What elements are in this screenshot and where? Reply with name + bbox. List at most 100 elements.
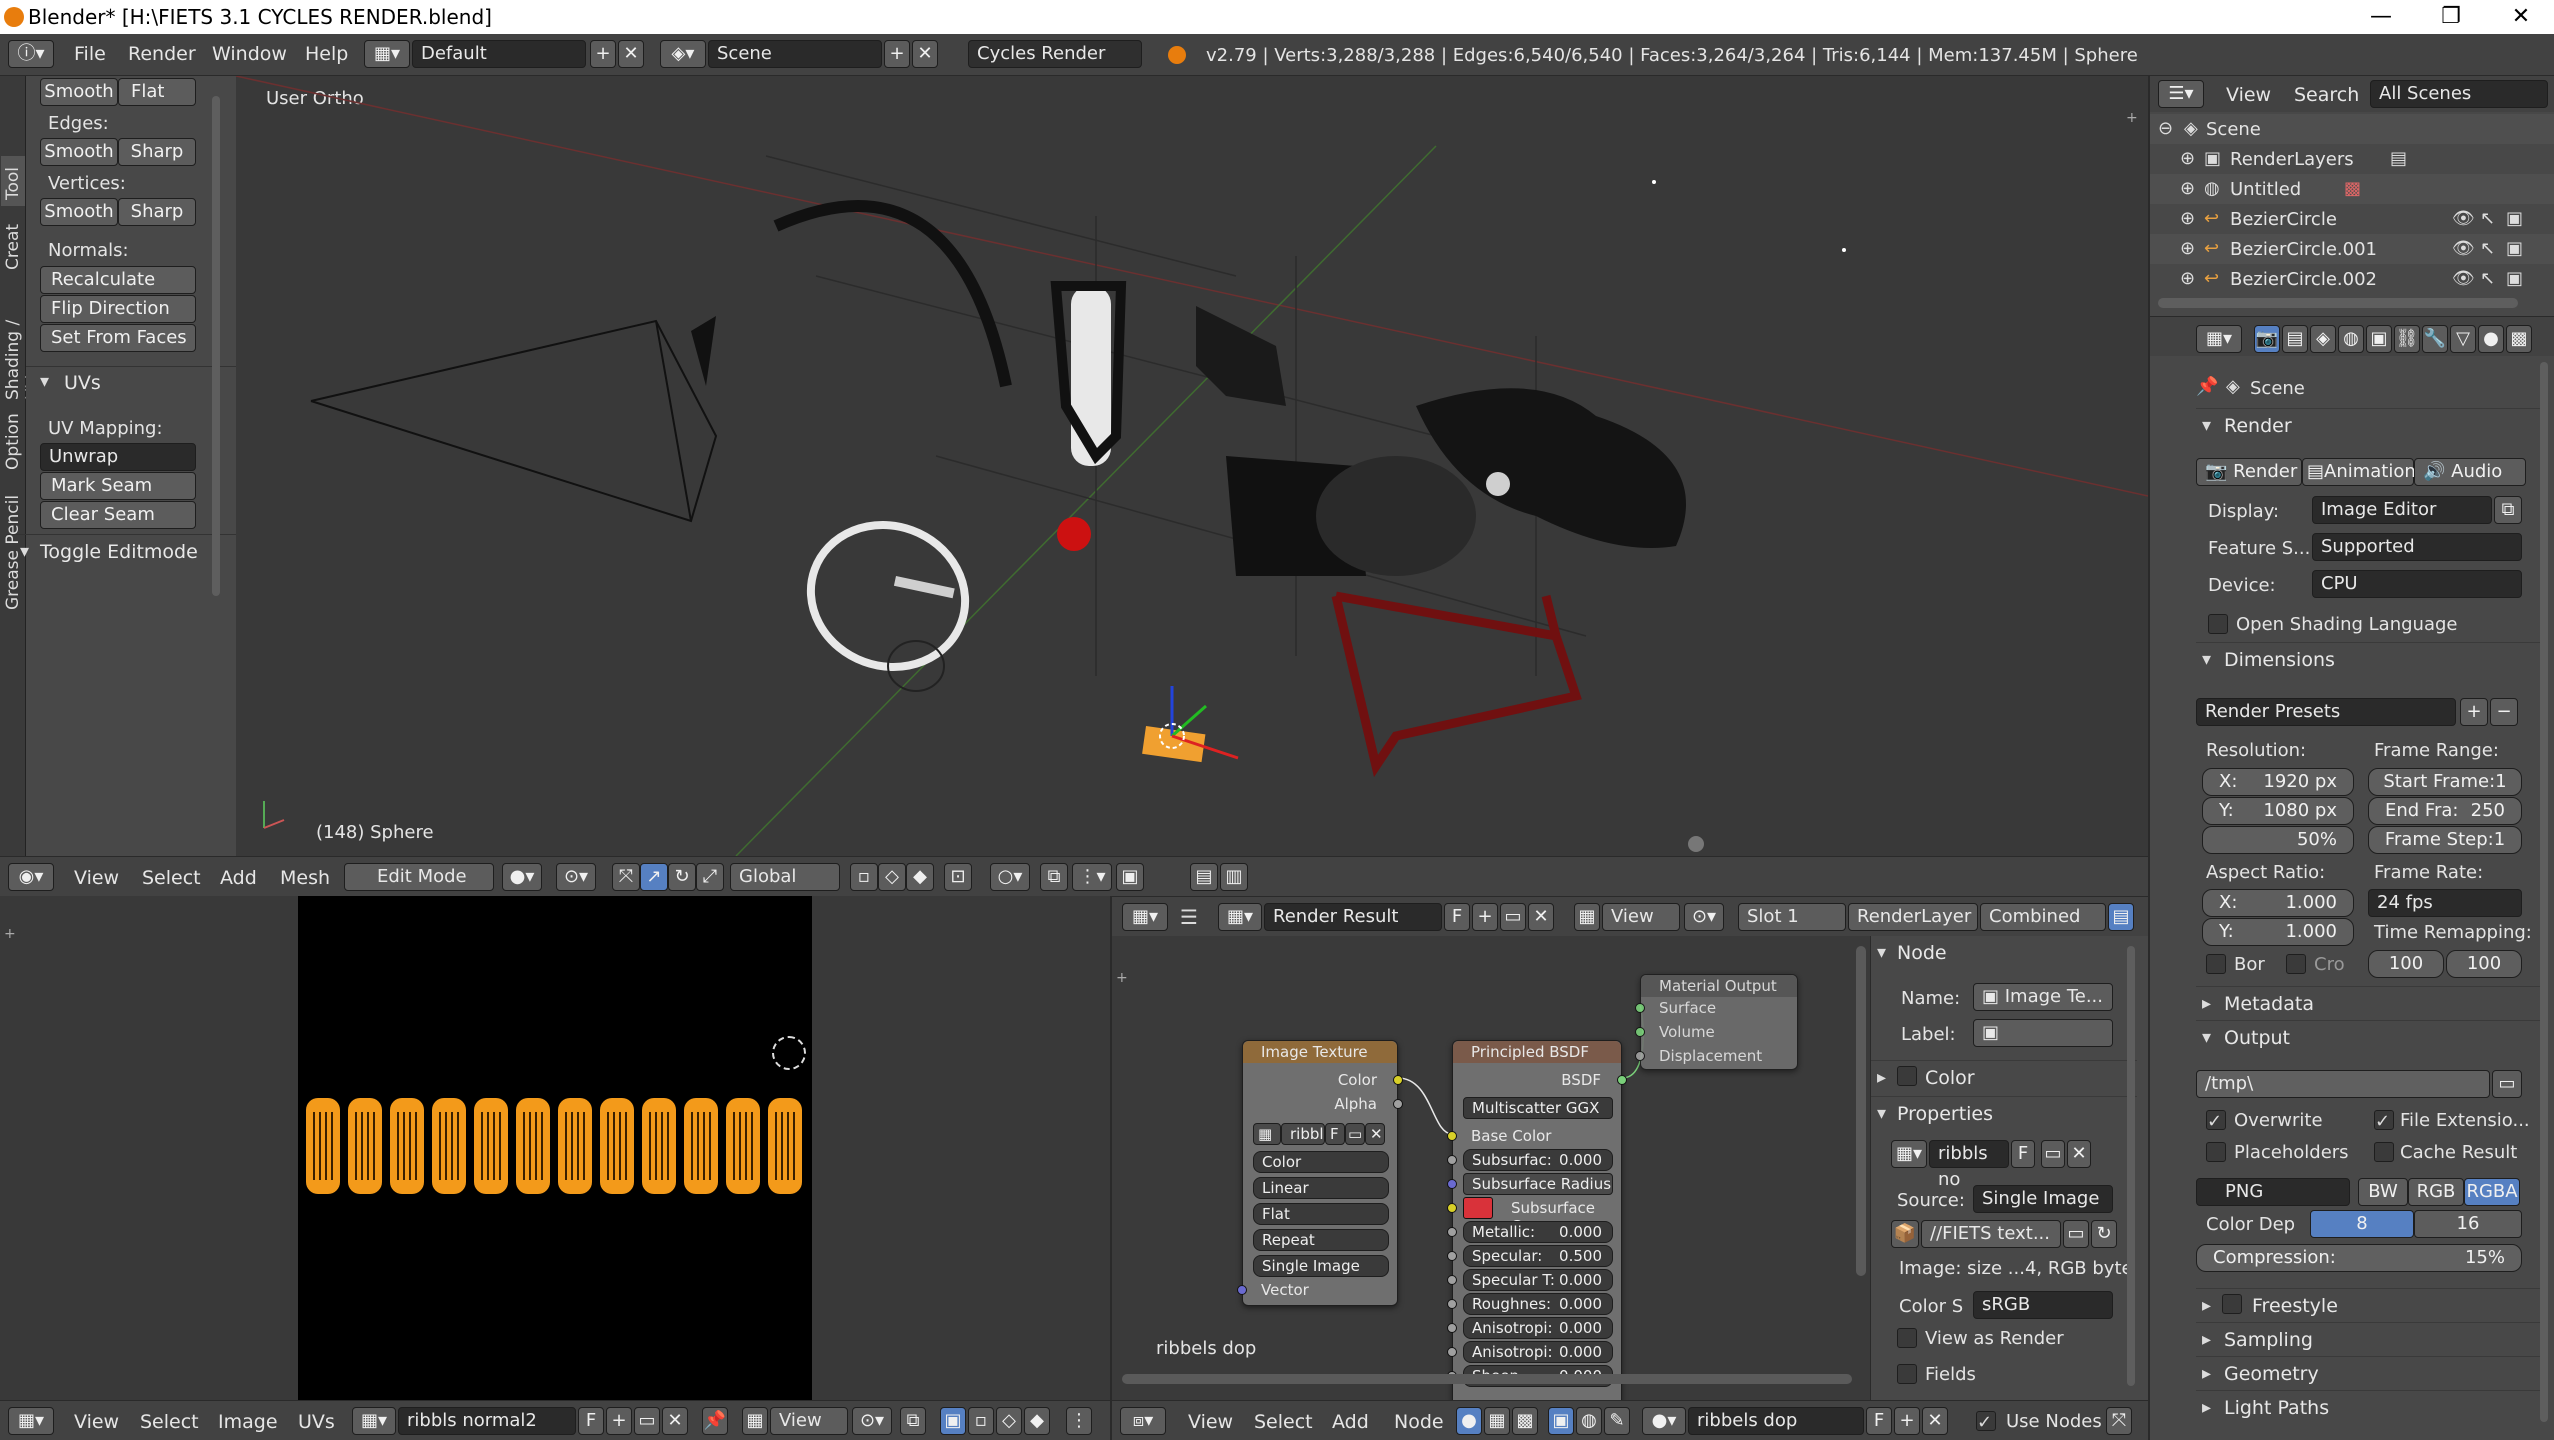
remap-old-field[interactable]: 100 [2368,950,2444,978]
unlink-image-button[interactable]: ✕ [1528,903,1554,931]
menu-image[interactable]: Image [218,1411,278,1433]
menu-add[interactable]: Add [220,867,257,889]
input-surface-socket[interactable] [1635,1003,1645,1013]
image-name-field[interactable]: ribbls normal2 [398,1407,576,1435]
visibility-eye-icon[interactable]: 👁 [2452,238,2475,259]
outliner-item-beziercircle-001[interactable]: BezierCircle.001 [2230,239,2377,260]
scene-context-tab[interactable]: ◈ [2310,325,2336,353]
expand-icon[interactable]: ⊕ [2180,238,2195,259]
frame-rate-select[interactable]: 24 fps [2368,889,2522,917]
scene-icon[interactable]: ◈▾ [660,40,706,68]
end-frame-field[interactable]: End Fra: 250 [2368,797,2522,825]
rotate-manipulator-button[interactable]: ↻ [668,863,696,891]
source-select[interactable]: Single Image [1973,1185,2113,1213]
menu-view[interactable]: View [74,1411,119,1433]
image-browse-icon[interactable]: ▦▾ [352,1407,396,1435]
render-panel-header[interactable]: ▾ Render [2196,408,2548,440]
outliner-row[interactable]: ⊖ ◈ Scene [2150,114,2554,144]
outliner-item-scene[interactable]: Scene [2206,119,2261,140]
properties-scrollbar[interactable] [2540,362,2548,1422]
source-select[interactable]: Single Image [1253,1255,1389,1277]
use-nodes-checkbox[interactable]: ✓ [1976,1411,1996,1433]
vertices-smooth-button[interactable]: Smooth [40,198,118,226]
fake-user-button[interactable]: F [1444,903,1470,931]
resolution-y-field[interactable]: Y: 1080 px [2202,797,2354,825]
osl-checkbox[interactable] [2208,614,2228,634]
render-presets-select[interactable]: Render Presets [2196,698,2456,726]
outliner-row[interactable]: ⊕ ↩ BezierCircle.002 👁 ↖ ▣ [2150,264,2554,294]
color-depth-16-button[interactable]: 16 [2414,1210,2522,1238]
snap-toggle[interactable]: ⧉ [1040,863,1068,891]
menu-view[interactable]: View [1188,1411,1233,1433]
flip-direction-button[interactable]: Flip Direction [40,295,196,323]
pivot-button[interactable]: ⊙▾ [1684,903,1724,931]
tab-tool[interactable]: Tool [1,156,25,206]
resolution-x-field[interactable]: X: 1920 px [2202,768,2354,796]
input-displacement-socket[interactable] [1635,1051,1645,1061]
output-panel-header[interactable]: ▾ Output [2196,1020,2548,1052]
snap-element-button[interactable]: ⋮▾ [1072,863,1112,891]
outliner-row[interactable]: ⊕ ◍ Untitled ▩ [2150,174,2554,204]
visibility-eye-icon[interactable]: 👁 [2452,268,2475,289]
image-browse-icon[interactable]: ▦▾ [1891,1140,1927,1168]
projection-select[interactable]: Flat [1253,1203,1389,1225]
geometry-panel-header[interactable]: ▸ Geometry [2196,1356,2548,1388]
uv-sync-button[interactable]: ▣ [940,1407,966,1435]
node-image-field[interactable]: ribbl [1281,1123,1325,1145]
pivot-point-button[interactable]: ⊙▾ [556,863,596,891]
render-result-field[interactable]: Render Result [1264,903,1442,931]
unwrap-select[interactable]: Unwrap [40,443,196,471]
sticky-select-button[interactable]: ⧉ [900,1407,926,1435]
colorspace-select[interactable]: sRGB [1973,1291,2113,1319]
light-paths-panel-header[interactable]: ▸ Light Paths [2196,1390,2548,1422]
proportional-edit-button[interactable]: ○▾ [990,863,1030,891]
node-editor-hscrollbar[interactable] [1122,1374,1852,1384]
start-frame-field[interactable]: Start Frame:1 [2368,768,2522,796]
node-unlink-image-button[interactable]: ✕ [1365,1123,1385,1145]
pin-icon[interactable]: 📌 [2196,376,2218,397]
select-arrow-icon[interactable]: ↖ [2480,238,2495,259]
sidebar-image-field[interactable]: ribbls no [1929,1140,2009,1190]
select-arrow-icon[interactable]: ↖ [2480,208,2495,229]
sidebar-open-image-button[interactable]: ▭ [2041,1140,2065,1168]
display-select[interactable]: Image Editor [2312,496,2492,524]
render-button[interactable]: 📷 Render [2196,458,2302,486]
toggle-editmode-panel[interactable]: ▾ Toggle Editmode [6,534,236,564]
input-ss-radius-socket[interactable] [1447,1179,1457,1189]
outliner-item-untitled[interactable]: Untitled [2230,179,2301,200]
device-select[interactable]: CPU [2312,570,2522,598]
mode-select[interactable]: Edit Mode [344,863,494,891]
render-pass-select[interactable]: Combined [1980,903,2106,931]
feature-set-select[interactable]: Supported [2312,533,2522,561]
frame-step-field[interactable]: Frame Step:1 [2368,826,2522,854]
view-mode-icon[interactable]: ▦ [742,1407,768,1435]
fake-user-button[interactable]: F [578,1407,604,1435]
uvs-panel-header[interactable]: ▾ UVs [26,366,236,396]
expand-icon[interactable]: ⊕ [2180,268,2195,289]
flat-shading-button[interactable]: Flat [118,78,196,106]
resolution-percentage-field[interactable]: 50% [2202,826,2354,854]
menu-mesh[interactable]: Mesh [280,867,330,889]
expand-icon[interactable]: ⊕ [2180,148,2195,169]
menu-add[interactable]: Add [1332,1411,1369,1433]
node-color-checkbox[interactable] [1897,1066,1917,1086]
remap-new-field[interactable]: 100 [2446,950,2522,978]
edge-select-button[interactable]: ◇ [878,863,906,891]
properties-panel-header[interactable]: ▾ Properties [1871,1096,2137,1128]
shader-nodes-button[interactable]: ● [1456,1407,1482,1435]
modifiers-context-tab[interactable]: 🔧 [2422,325,2448,353]
extension-select[interactable]: Repeat [1253,1229,1389,1251]
render-context-tab[interactable]: 📷 [2254,325,2280,353]
file-extensions-checkbox[interactable]: ✓ [2374,1110,2394,1132]
input-subsurface-socket[interactable] [1447,1155,1457,1165]
input-volume-socket[interactable] [1635,1027,1645,1037]
occlude-geometry-button[interactable]: ⊡ [944,863,972,891]
menu-view[interactable]: View [74,867,119,889]
freestyle-checkbox[interactable] [2222,1294,2242,1314]
aspect-x-field[interactable]: X: 1.000 [2202,889,2354,917]
region-expand-icon[interactable]: + [2126,110,2140,126]
expand-icon[interactable]: ⊖ [2158,118,2173,139]
sampling-panel-header[interactable]: ▸ Sampling [2196,1322,2548,1354]
menu-window[interactable]: Window [212,43,287,65]
translate-manipulator-button[interactable]: ↗ [640,863,668,891]
